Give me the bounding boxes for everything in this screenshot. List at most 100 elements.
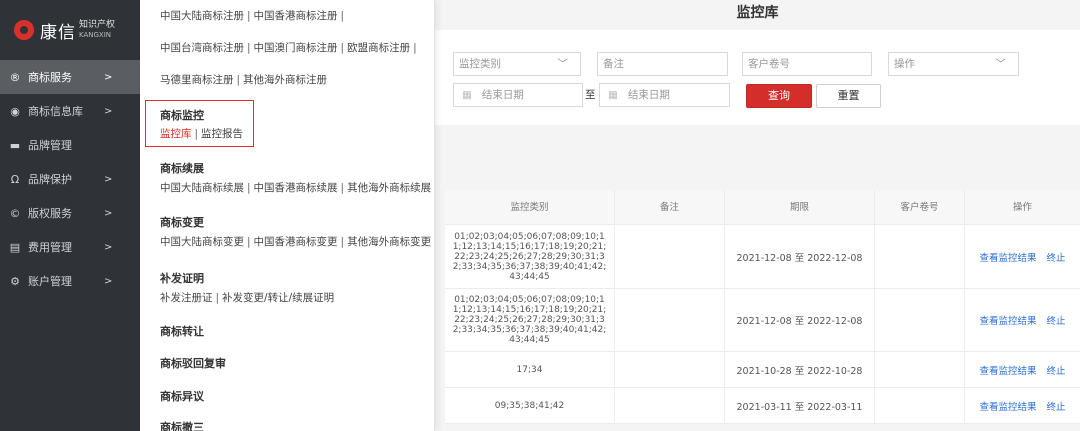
copyright-icon: © — [9, 206, 21, 220]
logo: 康信 知识产权 KANGXIN — [0, 0, 140, 60]
menu-section-change-title: 商标变更 — [160, 216, 204, 229]
chevron-right-icon: > — [104, 173, 113, 185]
sidebar-item-label: 商标服务 — [28, 71, 72, 84]
registration-links-1: 中国大陆商标注册 | 中国香港商标注册 | — [160, 10, 345, 22]
menu-link-overseas-renew[interactable]: 其他海外商标续展 — [347, 182, 431, 194]
reissue-links: 补发注册证 | 补发变更/转让/续展证明 — [160, 292, 335, 304]
table-row: 17;34 2021-10-28 至 2022-10-28 查看监控结果 终止 — [445, 352, 1080, 388]
sidebar-item-label: 品牌保护 — [28, 173, 72, 186]
cell-category: 01;02;03;04;05;06;07;08;09;10;11;12;13;1… — [445, 225, 615, 288]
brand-sub-cn: 知识产权 — [79, 20, 116, 30]
view-results-link[interactable]: 查看监控结果 — [979, 313, 1036, 327]
chevron-right-icon: > — [104, 71, 113, 83]
sidebar-item-trademark-database[interactable]: ◉ 商标信息库 > — [0, 94, 140, 128]
menu-link-cn-mainland-registration[interactable]: 中国大陆商标注册 — [160, 10, 244, 22]
menu-section-opposition-title[interactable]: 商标异议 — [160, 388, 204, 404]
cell-customer — [875, 352, 965, 387]
view-results-link[interactable]: 查看监控结果 — [979, 250, 1036, 264]
sidebar: 康信 知识产权 KANGXIN ® 商标服务 > ◉ 商标信息库 > ▬ 品牌管… — [0, 0, 140, 431]
monitor-table: 监控类别 备注 期限 客户卷号 操作 01;02;03;04;05;06;07;… — [445, 190, 1080, 424]
operation-select-value: 操作 — [894, 58, 915, 70]
column-header-customer: 客户卷号 — [875, 190, 965, 224]
database-icon: ◉ — [10, 104, 20, 118]
menu-link-reissue-proof[interactable]: 补发变更/转让/续展证明 — [222, 292, 334, 304]
menu-link-hk-change[interactable]: 中国香港商标变更 — [254, 236, 338, 248]
terminate-link[interactable]: 终止 — [1047, 313, 1066, 327]
terminate-link[interactable]: 终止 — [1047, 399, 1066, 413]
menu-link-hk-renew[interactable]: 中国香港商标续展 — [254, 182, 338, 194]
column-header-operation: 操作 — [1012, 202, 1032, 213]
sidebar-item-label: 费用管理 — [28, 241, 72, 254]
registered-icon: ® — [9, 70, 21, 84]
trademark-service-menu: 中国大陆商标注册 | 中国香港商标注册 | 中国台湾商标注册 | 中国澳门商标注册 | 欧盟商… — [140, 0, 435, 431]
query-button[interactable]: 查询 — [746, 84, 812, 108]
gear-icon: ⚙ — [10, 274, 20, 288]
terminate-link[interactable]: 终止 — [1047, 250, 1066, 264]
logo-icon — [14, 20, 34, 40]
view-results-link[interactable]: 查看监控结果 — [979, 363, 1036, 377]
sidebar-item-brand-protection[interactable]: Ω 品牌保护 > — [0, 162, 140, 196]
start-date-input[interactable]: ▦ 结束日期 — [453, 83, 583, 107]
menu-section-revoke-title[interactable]: 商标撤三 — [160, 419, 204, 431]
menu-link-cn-mainland-renew[interactable]: 中国大陆商标续展 — [160, 182, 244, 194]
table-row: 09;35;38;41;42 2021-03-11 至 2022-03-11 查… — [445, 388, 1080, 424]
sidebar-item-brand-management[interactable]: ▬ 品牌管理 — [0, 128, 140, 162]
menu-link-overseas-registration[interactable]: 其他海外商标注册 — [243, 74, 327, 86]
briefcase-icon: ▬ — [9, 138, 21, 152]
menu-section-transfer-title[interactable]: 商标转让 — [160, 323, 204, 339]
chevron-right-icon: > — [104, 207, 113, 219]
cell-category: 01;02;03;04;05;06;07;08;09;10;11;12;13;1… — [445, 289, 615, 351]
table-header: 监控类别 备注 期限 客户卷号 操作 — [445, 190, 1080, 225]
change-links: 中国大陆商标变更 | 中国香港商标变更 | 其他海外商标变更 — [160, 236, 432, 248]
column-header-period: 期限 — [725, 190, 875, 224]
cell-actions: 查看监控结果 终止 — [965, 352, 1080, 387]
menu-link-cn-mainland-change[interactable]: 中国大陆商标变更 — [160, 236, 244, 248]
sidebar-item-label: 商标信息库 — [28, 105, 83, 118]
cell-period: 2021-12-08 至 2022-12-08 — [725, 289, 875, 351]
table-row: 01;02;03;04;05;06;07;08;09;10;11;12;13;1… — [445, 225, 1080, 289]
cell-actions: 查看监控结果 终止 — [965, 225, 1080, 288]
chevron-down-icon: ﹀ — [995, 58, 1007, 70]
cell-remark — [615, 289, 725, 351]
calendar-icon: ▦ — [608, 89, 618, 101]
category-select-value: 监控类别 — [459, 58, 501, 70]
menu-link-overseas-change[interactable]: 其他海外商标变更 — [347, 236, 431, 248]
sidebar-item-account-management[interactable]: ⚙ 账户管理 > — [0, 264, 140, 298]
date-range-separator: 至 — [585, 89, 596, 101]
terminate-link[interactable]: 终止 — [1047, 363, 1066, 377]
menu-link-hk-registration[interactable]: 中国香港商标注册 — [254, 10, 338, 22]
remark-input[interactable]: 备注 — [597, 52, 728, 76]
registration-links-2: 中国台湾商标注册 | 中国澳门商标注册 | 欧盟商标注册 | — [160, 42, 417, 54]
menu-link-tw-registration[interactable]: 中国台湾商标注册 — [160, 42, 244, 54]
filter-panel: 监控类别 ﹀ 备注 客户卷号 操作 ﹀ ▦ 结束日期 至 ▦ 结束日期 查询 重置 — [435, 30, 1080, 125]
brand-name: 康信 — [40, 22, 76, 43]
menu-link-mo-registration[interactable]: 中国澳门商标注册 — [254, 42, 338, 54]
cell-actions: 查看监控结果 终止 — [965, 388, 1080, 423]
sidebar-item-fee-management[interactable]: ▤ 费用管理 > — [0, 230, 140, 264]
menu-link-reissue-certificate[interactable]: 补发注册证 — [160, 292, 213, 304]
cell-category: 17;34 — [445, 352, 615, 387]
cell-customer — [875, 289, 965, 351]
sidebar-item-trademark-service[interactable]: ® 商标服务 > — [0, 60, 140, 94]
chevron-down-icon: ﹀ — [557, 58, 569, 70]
customer-number-input[interactable]: 客户卷号 — [742, 52, 872, 76]
sidebar-item-copyright-service[interactable]: © 版权服务 > — [0, 196, 140, 230]
cell-actions: 查看监控结果 终止 — [965, 289, 1080, 351]
cell-period: 2021-12-08 至 2022-12-08 — [725, 225, 875, 288]
renew-links: 中国大陆商标续展 | 中国香港商标续展 | 其他海外商标续展 — [160, 182, 432, 194]
monitor-highlight-box — [145, 100, 254, 147]
category-select[interactable]: 监控类别 ﹀ — [453, 52, 581, 76]
menu-link-madrid-registration[interactable]: 马德里商标注册 — [160, 74, 234, 86]
menu-section-review-title[interactable]: 商标驳回复审 — [160, 355, 226, 371]
cell-remark — [615, 225, 725, 288]
operation-select[interactable]: 操作 ﹀ — [888, 52, 1019, 76]
sidebar-item-label: 账户管理 — [28, 275, 72, 288]
main-content: 监控库 监控类别 ﹀ 备注 客户卷号 操作 ﹀ ▦ 结束日期 至 ▦ 结束日期 查询… — [435, 0, 1080, 431]
menu-section-renew-title: 商标续展 — [160, 162, 204, 175]
column-header-remark: 备注 — [615, 190, 725, 224]
reset-button[interactable]: 重置 — [816, 84, 881, 108]
headphones-icon: Ω — [10, 172, 20, 186]
view-results-link[interactable]: 查看监控结果 — [979, 399, 1036, 413]
end-date-input[interactable]: ▦ 结束日期 — [599, 83, 730, 107]
menu-link-eu-registration[interactable]: 欧盟商标注册 — [347, 42, 410, 54]
